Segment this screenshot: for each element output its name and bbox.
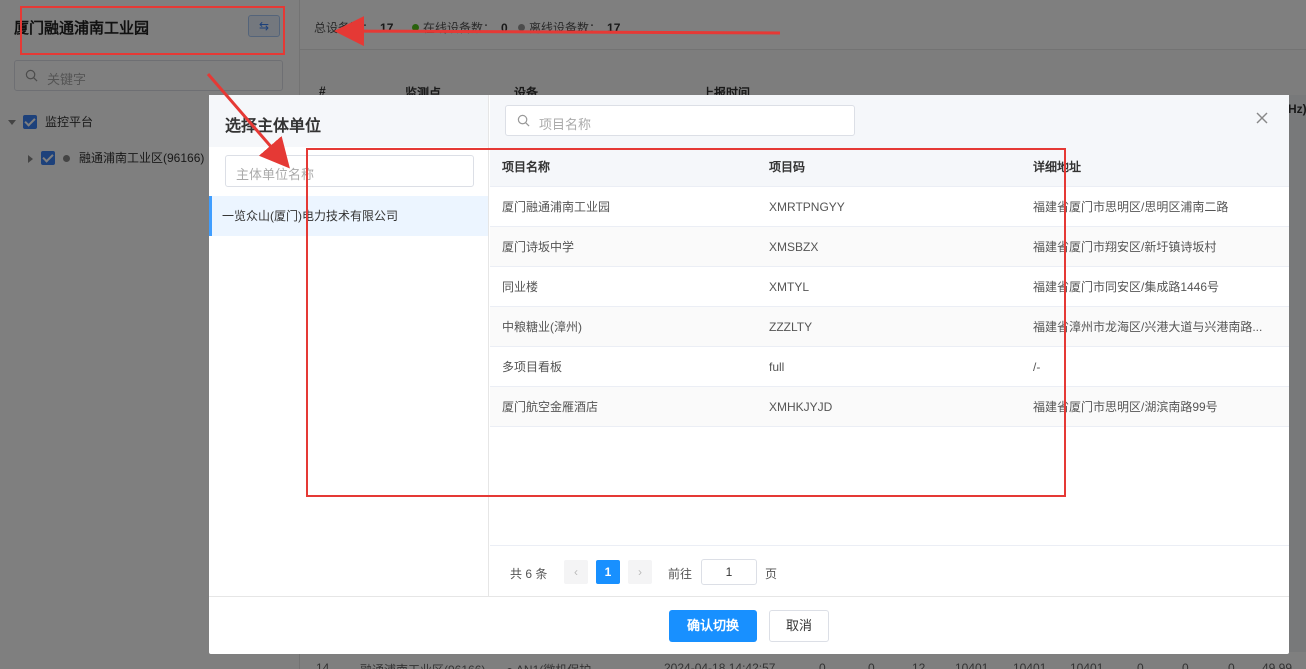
column-header-address: 详细地址	[1033, 160, 1082, 174]
dialog-footer: 确认切换 取消	[209, 596, 1289, 654]
search-icon	[517, 114, 530, 127]
annotation-box	[20, 6, 285, 55]
next-page-button[interactable]: ›	[628, 560, 652, 584]
pagination: 共 6 条 ‹ 1 › 前往 1 页	[490, 545, 1289, 596]
confirm-switch-button[interactable]: 确认切换	[669, 610, 757, 642]
project-search-placeholder: 项目名称	[539, 117, 592, 132]
goto-page-input[interactable]: 1	[701, 559, 757, 585]
prev-page-button[interactable]: ‹	[564, 560, 588, 584]
project-search-input[interactable]: 项目名称	[505, 105, 855, 136]
page-number-button[interactable]: 1	[596, 560, 620, 584]
goto-label: 前往	[668, 567, 693, 581]
annotation-box	[306, 148, 1066, 497]
pagination-total: 共 6 条	[510, 567, 548, 581]
close-icon[interactable]	[1255, 111, 1269, 125]
unit-search-placeholder: 主体单位名称	[236, 167, 315, 182]
dialog-title: 选择主体单位	[225, 118, 322, 135]
cancel-button[interactable]: 取消	[769, 610, 829, 642]
page-suffix: 页	[765, 567, 778, 581]
